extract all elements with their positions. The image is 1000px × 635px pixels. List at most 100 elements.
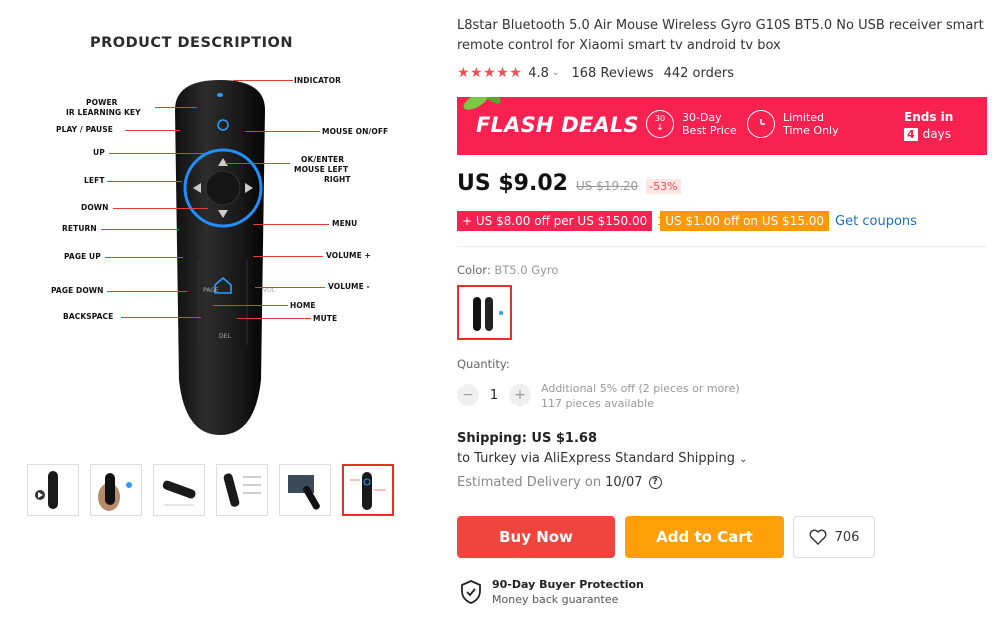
rating-row: ★★★★★ 4.8 ⌄ 168 Reviews 442 orders: [457, 65, 734, 81]
limited-time-badge: Limited Time Only: [747, 110, 839, 138]
thumbnail-6[interactable]: [342, 464, 394, 516]
leader-line: [237, 318, 311, 319]
label-mouse-left: MOUSE LEFT: [294, 165, 349, 174]
best-price-line2: Best Price: [682, 124, 737, 137]
estimated-delivery-label: Estimated Delivery on: [457, 475, 602, 490]
remote-illustration: PAGE VOL DEL: [175, 80, 276, 435]
estimated-delivery: Estimated Delivery on 10/07 ?: [457, 475, 662, 490]
buyer-protection-subtitle: Money back guarantee: [492, 593, 619, 606]
product-title: L8star Bluetooth 5.0 Air Mouse Wireless …: [457, 18, 984, 53]
thumbnail-2[interactable]: [90, 464, 142, 516]
ends-in-number: 4: [904, 127, 918, 141]
get-coupons-link[interactable]: Get coupons: [835, 214, 917, 229]
quantity-increase-button[interactable]: +: [509, 384, 531, 406]
flash-deals-banner: FLASH DEALS 30 ↓ 30-Day Best Price Limite…: [457, 97, 987, 155]
label-down: DOWN: [81, 203, 109, 212]
label-volume-minus: VOLUME -: [328, 282, 370, 291]
label-left: LEFT: [84, 176, 105, 185]
bulk-discount-note: Additional 5% off (2 pieces or more): [541, 382, 740, 395]
shipping-method[interactable]: to Turkey via AliExpress Standard Shippi…: [457, 451, 748, 466]
buy-now-button[interactable]: Buy Now: [457, 516, 615, 558]
limited-time-line1: Limited: [783, 111, 825, 124]
leader-line: [225, 163, 290, 164]
label-menu: MENU: [332, 219, 358, 228]
leader-line: [107, 291, 187, 292]
color-option-bt50-gyro[interactable]: [457, 285, 512, 340]
shipping-method-text[interactable]: to Turkey via AliExpress Standard Shippi…: [457, 451, 735, 466]
leader-line: [121, 317, 201, 318]
remote-key-page: PAGE: [203, 287, 219, 294]
leader-line: [253, 256, 323, 257]
thumbnail-4[interactable]: [216, 464, 268, 516]
label-play-pause: PLAY / PAUSE: [56, 125, 113, 134]
add-to-cart-button[interactable]: Add to Cart: [625, 516, 784, 558]
stock-available: 117 pieces available: [541, 397, 654, 410]
leader-line: [107, 181, 182, 182]
reviews-link[interactable]: 168 Reviews: [572, 66, 654, 81]
label-backspace: BACKSPACE: [63, 312, 114, 321]
label-mute: MUTE: [313, 314, 338, 323]
thumbnail-1[interactable]: [27, 464, 79, 516]
label-ok-enter: OK/ENTER: [301, 155, 345, 164]
label-mouse-onoff: MOUSE ON/OFF: [322, 127, 389, 136]
chevron-down-icon[interactable]: ⌄: [739, 454, 747, 465]
orders-count: 442 orders: [663, 65, 734, 81]
label-page-down: PAGE DOWN: [51, 286, 104, 295]
remote-key-vol: VOL: [263, 287, 276, 294]
help-icon[interactable]: ?: [648, 476, 662, 489]
leader-line: [255, 287, 325, 288]
main-product-image[interactable]: PRODUCT DESCRIPTION PAGE VOL DEL POWER I…: [25, 20, 395, 450]
label-home: HOME: [290, 301, 316, 310]
buyer-protection: 90-Day Buyer Protection Money back guara…: [460, 577, 644, 607]
quantity-input[interactable]: 1: [479, 388, 509, 403]
thumbnail-3[interactable]: [153, 464, 205, 516]
color-selected-value: BT5.0 Gyro: [494, 263, 559, 277]
heart-icon: [809, 529, 827, 545]
wishlist-button[interactable]: 706: [793, 516, 875, 558]
quantity-decrease-button[interactable]: −: [457, 384, 479, 406]
remote-key-del: DEL: [219, 333, 231, 340]
discount-badge: -53%: [646, 179, 681, 194]
leader-line: [245, 131, 320, 132]
best-price-line1: 30-Day: [682, 111, 722, 124]
thumbnail-5[interactable]: [279, 464, 331, 516]
quantity-stepper: − 1 +: [457, 384, 531, 406]
shipping-cost: Shipping: US $1.68: [457, 431, 597, 446]
label-page-up: PAGE UP: [64, 252, 101, 261]
image-heading: PRODUCT DESCRIPTION: [90, 35, 293, 51]
chevron-down-icon[interactable]: ⌄: [552, 68, 560, 78]
divider: [457, 246, 987, 247]
label-right: RIGHT: [324, 175, 351, 184]
limited-time-line2: Time Only: [783, 124, 839, 137]
original-price: US $19.20: [575, 179, 639, 193]
leader-line: [109, 153, 206, 154]
leader-line: [155, 107, 197, 108]
quantity-note: Additional 5% off (2 pieces or more) 117…: [541, 381, 740, 411]
ends-in-unit: days: [922, 127, 951, 141]
leader-line: [253, 224, 329, 225]
leader-line: [213, 305, 288, 306]
current-price: US $9.02: [457, 171, 568, 196]
thirty-day-icon: 30 ↓: [646, 110, 674, 138]
ends-in-label: Ends in: [904, 110, 954, 124]
rating-stars-icon: ★★★★★: [457, 65, 523, 81]
rating-value[interactable]: 4.8: [528, 66, 549, 81]
thumbnail-strip: [27, 464, 394, 516]
label-up: UP: [93, 148, 105, 157]
flash-deals-title: FLASH DEALS: [476, 113, 639, 137]
coupon-select[interactable]: US $1.00 off on US $15.00: [658, 211, 830, 231]
quantity-label: Quantity:: [457, 357, 510, 371]
leader-line: [101, 229, 179, 230]
label-indicator: INDICATOR: [294, 76, 341, 85]
leader-line: [233, 80, 293, 81]
color-label-text: Color:: [457, 263, 491, 277]
ends-in-countdown: Ends in 4 days: [904, 110, 953, 141]
label-ir-learning: IR LEARNING KEY: [66, 108, 141, 117]
coupon-store[interactable]: + US $8.00 off per US $150.00: [457, 211, 653, 231]
wishlist-count: 706: [834, 529, 860, 545]
clock-icon: [747, 110, 775, 138]
label-return: RETURN: [62, 224, 97, 233]
leader-line: [105, 257, 183, 258]
color-label: Color: BT5.0 Gyro: [457, 263, 558, 277]
shield-check-icon: [461, 580, 481, 604]
